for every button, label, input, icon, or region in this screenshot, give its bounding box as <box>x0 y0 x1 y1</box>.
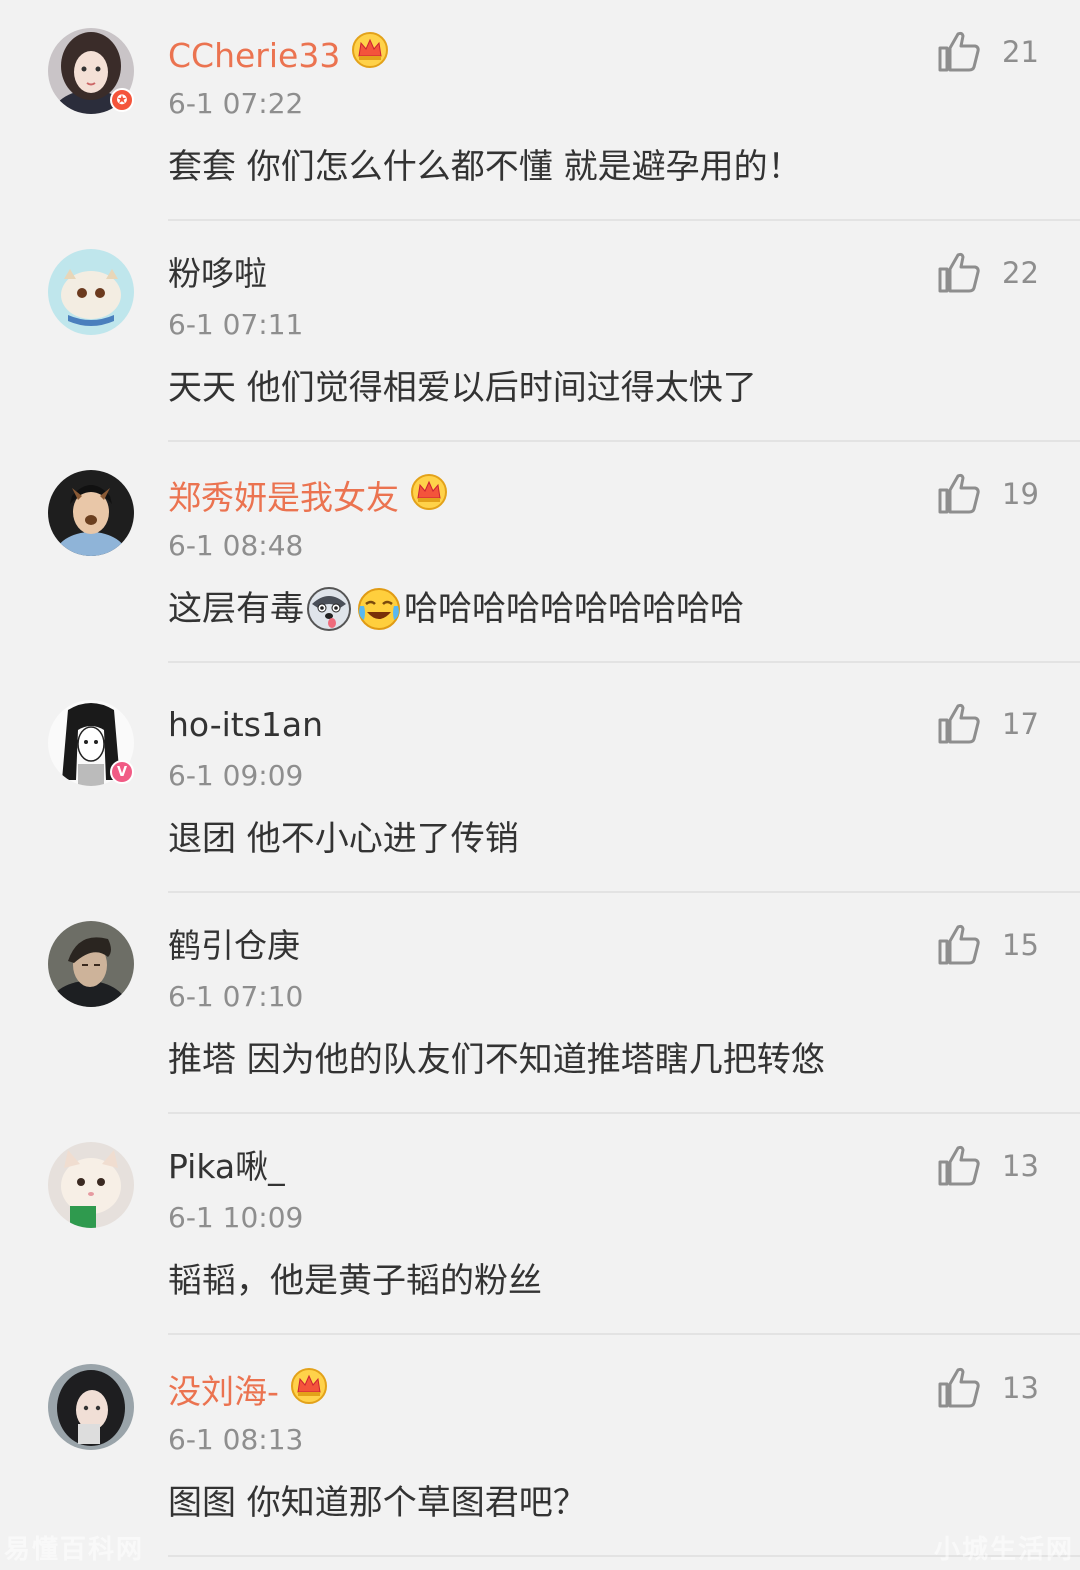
thumbs-up-icon[interactable] <box>936 249 982 295</box>
avatar[interactable] <box>48 921 134 1007</box>
avatar[interactable]: ✪ <box>48 28 134 114</box>
thumbs-up-icon[interactable] <box>936 1142 982 1188</box>
comment-time: 6-1 09:09 <box>168 759 304 792</box>
thumbs-up-icon[interactable] <box>936 28 982 74</box>
avatar[interactable] <box>48 470 134 556</box>
comment-text: 韬韬，他是黄子韬的粉丝 <box>168 1261 542 1301</box>
comment-text: 套套 你们怎么什么都不懂 就是避孕用的！ <box>168 147 802 187</box>
comment-item: ✪ CCherie33 6-1 07:22 套套 你们怎么什么都不懂 就是避孕用… <box>0 0 1080 221</box>
comment-item: Pika啾_ 6-1 10:09 韬韬，他是黄子韬的粉丝 13 <box>0 1114 1080 1335</box>
comment-text: 这层有毒 哈哈哈哈哈哈哈哈哈哈 <box>168 584 744 634</box>
avatar[interactable] <box>48 1142 134 1228</box>
username[interactable]: 鹤引仓庚 <box>168 923 300 969</box>
crown-icon <box>350 30 390 82</box>
comment-time: 6-1 08:48 <box>168 529 304 562</box>
comment-item: V ho-its1an 6-1 09:09 退团 他不小心进了传销 17 <box>0 672 1080 893</box>
comment-time: 6-1 07:10 <box>168 980 304 1013</box>
thumbs-up-icon[interactable] <box>936 921 982 967</box>
crown-icon <box>409 472 449 524</box>
comment-item: 郑秀妍是我女友 6-1 08:48 这层有毒 哈哈哈哈哈哈哈哈哈哈 19 <box>0 442 1080 663</box>
husky-dog-emoji <box>306 586 352 632</box>
comment-text: 退团 他不小心进了传销 <box>168 819 519 859</box>
comment-text: 天天 他们觉得相爱以后时间过得太快了 <box>168 368 757 408</box>
crown-icon <box>289 1366 329 1418</box>
comment-time: 6-1 07:11 <box>168 308 304 341</box>
comment-text: 推塔 因为他的队友们不知道推塔瞎几把转悠 <box>168 1040 825 1080</box>
comment-time: 6-1 07:22 <box>168 87 304 120</box>
divider <box>168 661 1080 663</box>
like-count: 15 <box>1002 928 1039 962</box>
comment-time: 6-1 10:09 <box>168 1201 304 1234</box>
like-count: 19 <box>1002 477 1039 511</box>
username[interactable]: 郑秀妍是我女友 <box>168 472 449 524</box>
like-count: 21 <box>1002 35 1039 69</box>
thumbs-up-icon[interactable] <box>936 1364 982 1410</box>
username[interactable]: 粉哆啦 <box>168 251 267 297</box>
like-count: 17 <box>1002 707 1039 741</box>
thumbs-up-icon[interactable] <box>936 470 982 516</box>
verified-v-icon: V <box>110 760 134 784</box>
like-count: 13 <box>1002 1371 1039 1405</box>
comment-item: 鹤引仓庚 6-1 07:10 推塔 因为他的队友们不知道推塔瞎几把转悠 15 <box>0 893 1080 1114</box>
username[interactable]: 没刘海- <box>168 1366 329 1418</box>
laughing-crying-emoji <box>356 586 402 632</box>
comment-item: 没刘海- 6-1 08:13 图图 你知道那个草图君吧？ 13 <box>0 1336 1080 1557</box>
comment-item: 粉哆啦 6-1 07:11 天天 他们觉得相爱以后时间过得太快了 22 <box>0 221 1080 442</box>
watermark-right: 小城生活网 <box>933 1535 1074 1565</box>
username[interactable]: ho-its1an <box>168 702 323 748</box>
like-count: 13 <box>1002 1149 1039 1183</box>
comment-text: 图图 你知道那个草图君吧？ <box>168 1483 587 1523</box>
avatar[interactable]: V <box>48 700 134 786</box>
like-count: 22 <box>1002 256 1039 290</box>
divider <box>168 1333 1080 1335</box>
thumbs-up-icon[interactable] <box>936 700 982 746</box>
watermark-left: 易懂百科网 <box>4 1535 145 1565</box>
username[interactable]: CCherie33 <box>168 30 390 82</box>
avatar[interactable] <box>48 1364 134 1450</box>
comment-time: 6-1 08:13 <box>168 1423 304 1456</box>
verified-star-icon: ✪ <box>110 88 134 112</box>
username[interactable]: Pika啾_ <box>168 1144 285 1190</box>
avatar[interactable] <box>48 249 134 335</box>
